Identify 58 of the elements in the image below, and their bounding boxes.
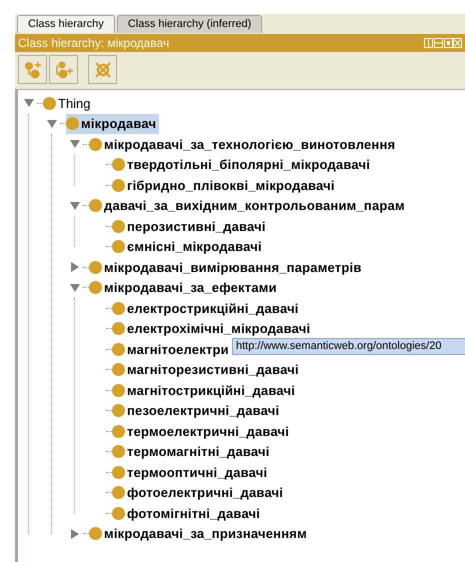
- class-dot-icon: [112, 240, 125, 254]
- expanded-toggle-icon[interactable]: [70, 282, 80, 293]
- class-dot-icon: [112, 302, 125, 315]
- class-label[interactable]: твердотільні_біполярні_мікродавачі: [127, 155, 370, 174]
- class-label[interactable]: ємнісні_мікродавачі: [127, 237, 262, 256]
- class-dot-icon: [112, 363, 125, 376]
- expanded-toggle-icon[interactable]: [70, 200, 80, 211]
- panel-title: Class hierarchy: мікродавач: [18, 35, 170, 52]
- expanded-toggle-icon[interactable]: [47, 118, 57, 129]
- delete-class-icon: [92, 60, 112, 80]
- class-label[interactable]: перозистивні_давачі: [127, 216, 266, 236]
- class-label[interactable]: термомагнітні_давачі: [127, 442, 270, 462]
- class-dot-icon: [112, 445, 125, 458]
- class-dot-icon: [89, 199, 102, 212]
- class-dot-icon: [112, 158, 125, 172]
- class-dot-icon: [112, 404, 125, 418]
- tooltip: http://www.semanticweb.org/ontologies/20: [232, 338, 465, 355]
- class-label[interactable]: електрострикційні_давачі: [127, 298, 299, 318]
- class-dot-icon: [112, 322, 125, 336]
- class-dot-icon: [66, 117, 79, 130]
- class-label[interactable]: мікродавачі_за_ефектами: [104, 278, 277, 298]
- collapsed-toggle-icon[interactable]: [70, 528, 80, 539]
- expanded-toggle-icon[interactable]: [24, 98, 34, 108]
- collapsed-toggle-icon[interactable]: [70, 262, 80, 272]
- class-dot-icon: [112, 178, 125, 192]
- class-dot-icon: [89, 527, 102, 540]
- class-dot-icon: [112, 424, 125, 438]
- add-sibling-icon: [54, 60, 74, 80]
- class-dot-icon: [112, 220, 125, 233]
- class-label[interactable]: магніторезистивні_давачі: [127, 360, 299, 380]
- class-label[interactable]: мікродавачі_за_технологією_винотовлення: [104, 134, 396, 154]
- class-label[interactable]: термоелектричні_давачі: [127, 422, 290, 441]
- class-dot-icon: [112, 506, 125, 520]
- class-label[interactable]: магнітострикційні_давачі: [127, 380, 296, 400]
- class-label[interactable]: мікродавачі_вимірювання_параметрів: [104, 258, 362, 277]
- class-label[interactable]: термооптичні_давачі: [127, 462, 268, 482]
- class-label[interactable]: мікродавачі_за_призначенням: [104, 524, 307, 544]
- tab[interactable]: Class hierarchy (inferred): [116, 15, 262, 33]
- class-label[interactable]: електрохімічні_мікродавачі: [127, 319, 310, 338]
- class-label[interactable]: фотоелектричні_давачі: [127, 483, 284, 502]
- class-dot-icon: [112, 486, 125, 500]
- class-label[interactable]: магнітоелектри: [127, 340, 229, 359]
- class-label[interactable]: фотомігнітні_давачі: [127, 504, 260, 523]
- add-subclass-icon: [22, 60, 42, 80]
- class-dot-icon: [112, 384, 125, 397]
- tab[interactable]: Class hierarchy: [17, 15, 115, 33]
- expanded-toggle-icon[interactable]: [70, 139, 80, 150]
- window-controls-icon[interactable]: [424, 38, 462, 48]
- class-dot-icon: [89, 138, 102, 151]
- class-dot-icon: [89, 281, 102, 294]
- class-dot-icon: [89, 260, 102, 274]
- class-dot-icon: [43, 96, 56, 110]
- class-dot-icon: [112, 342, 125, 356]
- class-label[interactable]: Thing: [58, 94, 91, 113]
- class-dot-icon: [112, 466, 125, 479]
- class-label[interactable]: пезоелектричні_давачі: [127, 401, 280, 420]
- class-label[interactable]: гібридно_плівокві_мікродавачі: [127, 176, 335, 195]
- class-label[interactable]: давачі_за_вихідним_контрольованим_парам: [104, 196, 405, 216]
